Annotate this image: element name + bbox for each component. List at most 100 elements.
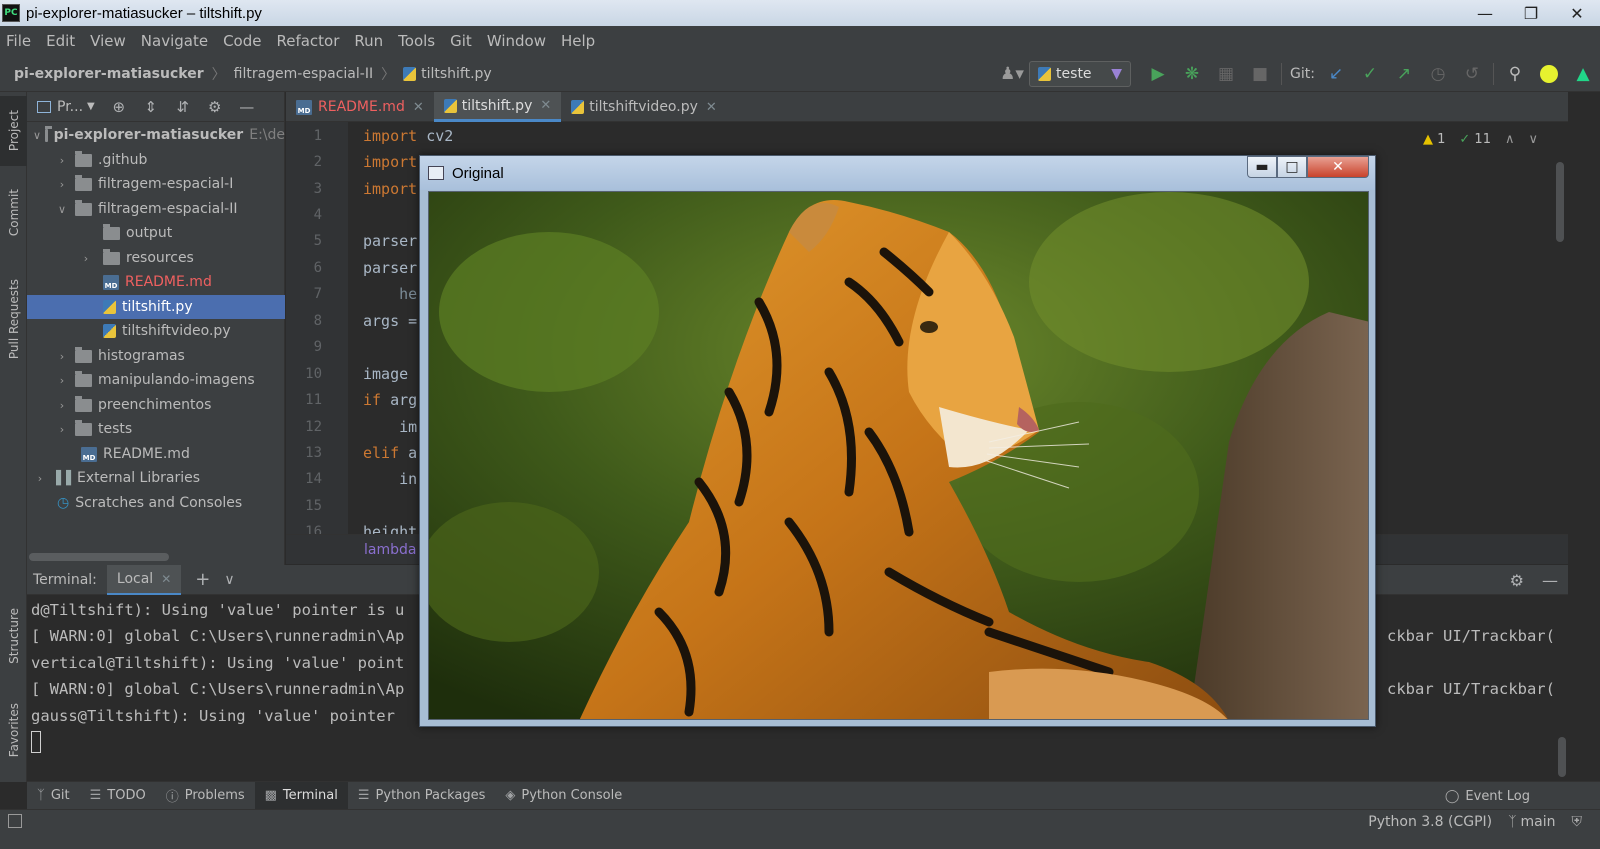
user-icon[interactable]: ♟▾	[995, 56, 1029, 92]
tree-item-github[interactable]: › .github	[27, 148, 285, 172]
tool-python-console[interactable]: ◈ Python Console	[495, 782, 632, 810]
close-tab-icon[interactable]: ✕	[413, 100, 424, 115]
close-tab-icon[interactable]: ✕	[161, 572, 171, 586]
tab-tiltshift[interactable]: tiltshift.py ✕	[433, 92, 562, 122]
close-tab-icon[interactable]: ✕	[706, 100, 717, 115]
menu-refactor[interactable]: Refactor	[276, 32, 339, 50]
git-push-icon[interactable]: ↗	[1387, 56, 1421, 92]
code-line: parser	[363, 232, 418, 250]
horizontal-scrollbar[interactable]	[29, 553, 169, 561]
menu-file[interactable]: File	[6, 32, 31, 50]
toggle-tool-windows-icon[interactable]	[8, 814, 22, 828]
hide-icon[interactable]: —	[231, 98, 263, 116]
tab-structure[interactable]: Structure	[0, 596, 27, 676]
git-update-icon[interactable]: ↙	[1319, 56, 1353, 92]
menu-help[interactable]: Help	[561, 32, 595, 50]
debug-icon[interactable]: ❋	[1175, 56, 1209, 92]
tab-favorites[interactable]: Favorites	[0, 690, 27, 770]
tree-item-readme-modified[interactable]: MD README.md	[27, 270, 285, 294]
stop-icon[interactable]: ■	[1243, 56, 1277, 92]
opencv-window-titlebar[interactable]: Original ▬ □ ✕	[420, 156, 1375, 190]
chevron-down-icon[interactable]: ∨	[224, 572, 234, 588]
history-icon[interactable]: ◷	[1421, 56, 1455, 92]
menu-tools[interactable]: Tools	[398, 32, 435, 50]
coverage-icon[interactable]: ▦	[1209, 56, 1243, 92]
hide-icon[interactable]: —	[1542, 571, 1558, 590]
event-log-button[interactable]: ◯ Event Log	[1445, 782, 1530, 810]
git-commit-icon[interactable]: ✓	[1353, 56, 1387, 92]
tab-pull-requests[interactable]: Pull Requests	[0, 264, 27, 374]
terminal-scrollbar[interactable]	[1558, 737, 1566, 777]
menu-window[interactable]: Window	[487, 32, 546, 50]
tool-python-packages[interactable]: ☰ Python Packages	[348, 782, 496, 810]
menu-view[interactable]: View	[90, 32, 126, 50]
tree-item-scratches[interactable]: ◷ Scratches and Consoles	[27, 491, 285, 515]
project-view-icon	[37, 100, 51, 113]
close-tab-icon[interactable]: ✕	[540, 98, 551, 113]
tree-item-manipulando-imagens[interactable]: › manipulando-imagens	[27, 368, 285, 392]
menu-navigate[interactable]: Navigate	[141, 32, 208, 50]
run-configuration-select[interactable]: teste ▼	[1029, 61, 1132, 87]
menu-edit[interactable]: Edit	[46, 32, 75, 50]
inspection-widget[interactable]: ▲ 1 ✓ 11 ∧ ∨	[1423, 132, 1538, 147]
locate-icon[interactable]: ⊕	[103, 98, 135, 116]
chevron-right-icon: 〉	[381, 66, 396, 83]
gear-icon[interactable]: ⚙	[199, 98, 231, 116]
tree-item-external-libraries[interactable]: › ▐▐ External Libraries	[27, 466, 285, 490]
tree-item-histogramas[interactable]: › histogramas	[27, 344, 285, 368]
python-interpreter[interactable]: Python 3.8 (CGPI)	[1368, 814, 1492, 830]
breadcrumb-project[interactable]: pi-explorer-matiasucker	[14, 66, 204, 82]
plus-icon[interactable]: +	[195, 569, 210, 590]
breadcrumb-folder[interactable]: filtragem-espacial-II	[234, 66, 373, 82]
breadcrumb-file[interactable]: tiltshift.py	[403, 66, 492, 82]
tree-item-root[interactable]: ∨ pi-explorer-matiasucker E:\de	[27, 123, 285, 147]
menu-git[interactable]: Git	[450, 32, 472, 50]
chevron-down-icon: ∨	[33, 128, 42, 142]
plugin-icon[interactable]: ▲	[1566, 56, 1600, 92]
tab-commit[interactable]: Commit	[0, 178, 27, 248]
opencv-image-window[interactable]: Original ▬ □ ✕	[419, 155, 1376, 727]
lock-icon[interactable]: ⛨	[1572, 814, 1583, 830]
terminal-tab-local[interactable]: Local ✕	[106, 564, 182, 595]
tab-readme[interactable]: MD README.md ✕	[286, 92, 434, 122]
tool-terminal[interactable]: ▩ Terminal	[254, 781, 348, 810]
chevron-down-icon[interactable]: ∨	[1528, 132, 1538, 147]
git-branch-widget[interactable]: ᛉ main	[1508, 814, 1555, 830]
project-view-select[interactable]: Pr...	[57, 99, 83, 115]
opencv-minimize-button[interactable]: ▬	[1247, 156, 1277, 178]
minimize-button[interactable]: —	[1462, 0, 1508, 26]
expand-all-icon[interactable]: ⇕	[135, 98, 167, 116]
tree-item-output[interactable]: output	[27, 221, 285, 245]
chevron-down-icon[interactable]: ▼	[87, 101, 95, 112]
tab-tiltshiftvideo[interactable]: tiltshiftvideo.py ✕	[561, 92, 727, 122]
tool-todo[interactable]: ☰ TODO	[80, 782, 156, 810]
tree-item-filtragem-espacial-i[interactable]: › filtragem-espacial-I	[27, 172, 285, 196]
opencv-maximize-button[interactable]: □	[1277, 156, 1307, 178]
gear-icon[interactable]: ⚙	[1510, 571, 1524, 590]
tree-item-tiltshift[interactable]: tiltshift.py	[27, 295, 285, 319]
chevron-up-icon[interactable]: ∧	[1505, 132, 1515, 147]
restore-button[interactable]: ❐	[1508, 0, 1554, 26]
close-button[interactable]: ✕	[1554, 0, 1600, 26]
rollback-icon[interactable]: ↺	[1455, 56, 1489, 92]
run-icon[interactable]: ▶	[1141, 56, 1175, 92]
tree-item-tests[interactable]: › tests	[27, 417, 285, 441]
folder-icon	[75, 199, 92, 216]
menu-run[interactable]: Run	[354, 32, 383, 50]
tool-problems[interactable]: ⓘ Problems	[156, 782, 255, 810]
tab-project[interactable]: Project	[0, 96, 27, 166]
tree-item-resources[interactable]: › resources	[27, 246, 285, 270]
chevron-right-icon: ›	[37, 471, 43, 485]
vertical-scrollbar[interactable]	[1556, 162, 1564, 242]
search-icon[interactable]: ⚲	[1498, 56, 1532, 92]
menu-code[interactable]: Code	[223, 32, 261, 50]
tree-item-preenchimentos[interactable]: › preenchimentos	[27, 393, 285, 417]
folder-icon	[75, 419, 92, 436]
tree-item-tiltshiftvideo[interactable]: tiltshiftvideo.py	[27, 319, 285, 343]
tree-item-filtragem-espacial-ii[interactable]: ∨ filtragem-espacial-II	[27, 197, 285, 221]
tree-item-readme-root[interactable]: MD README.md	[27, 442, 285, 466]
avatar[interactable]	[1532, 56, 1566, 92]
collapse-all-icon[interactable]: ⇵	[167, 98, 199, 116]
opencv-close-button[interactable]: ✕	[1307, 156, 1369, 178]
tool-git[interactable]: ᛉ Git	[27, 782, 80, 810]
